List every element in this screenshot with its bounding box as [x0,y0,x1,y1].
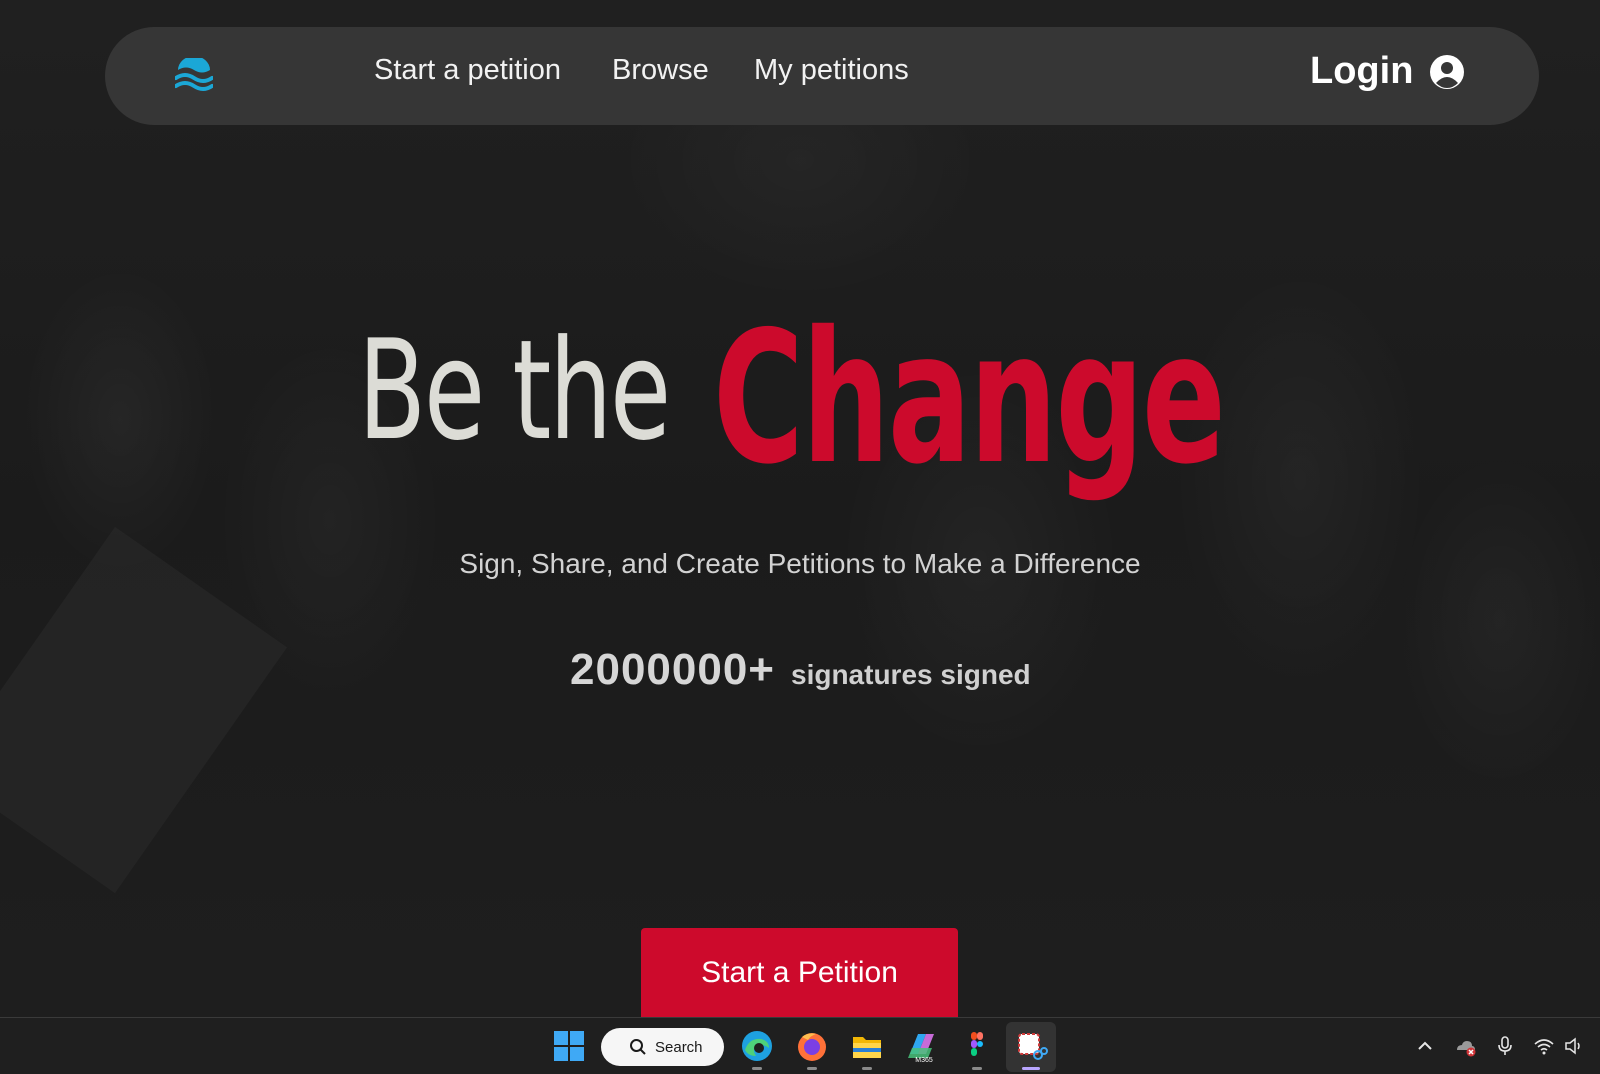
figma-icon[interactable] [959,1028,995,1070]
nav-browse-link[interactable]: Browse [612,54,709,87]
wifi-icon[interactable] [1533,1035,1555,1057]
start-petition-button[interactable]: Start a Petition [641,928,958,1020]
hero-title-red: Change [713,292,1226,504]
snipping-tool-icon[interactable] [1013,1028,1049,1070]
edge-icon[interactable] [739,1028,775,1070]
waves-logo-icon[interactable] [175,58,213,92]
hero-subtitle: Sign, Share, and Create Petitions to Mak… [459,548,1141,579]
login-label: Login [1310,50,1414,92]
user-circle-icon [1430,54,1465,89]
m365-copilot-icon[interactable]: M365 [904,1028,940,1064]
search-label: Search [655,1038,703,1056]
hero-title-white: Be the [358,310,671,471]
signature-stats: 2000000+ signatures signed [570,645,1031,695]
microphone-icon[interactable] [1494,1035,1516,1057]
signature-count: 2000000+ [570,645,775,694]
chevron-up-icon[interactable] [1414,1035,1436,1057]
nav-start-petition-link[interactable]: Start a petition [374,54,561,87]
login-button[interactable]: Login [1310,50,1465,93]
nav-my-petitions-link[interactable]: My petitions [754,54,909,87]
taskbar-search[interactable]: Search [601,1028,724,1066]
windows-start-icon[interactable] [551,1028,587,1064]
signature-label: signatures signed [791,659,1031,690]
file-explorer-icon[interactable] [849,1028,885,1070]
hero-title: Be the Change [358,292,1258,520]
onedrive-error-icon[interactable] [1454,1035,1476,1057]
search-icon [630,1039,646,1055]
volume-icon[interactable] [1563,1035,1585,1057]
svg-text:M365: M365 [915,1057,933,1064]
windows-taskbar: Search M365 [0,1017,1600,1074]
firefox-icon[interactable] [794,1028,830,1070]
